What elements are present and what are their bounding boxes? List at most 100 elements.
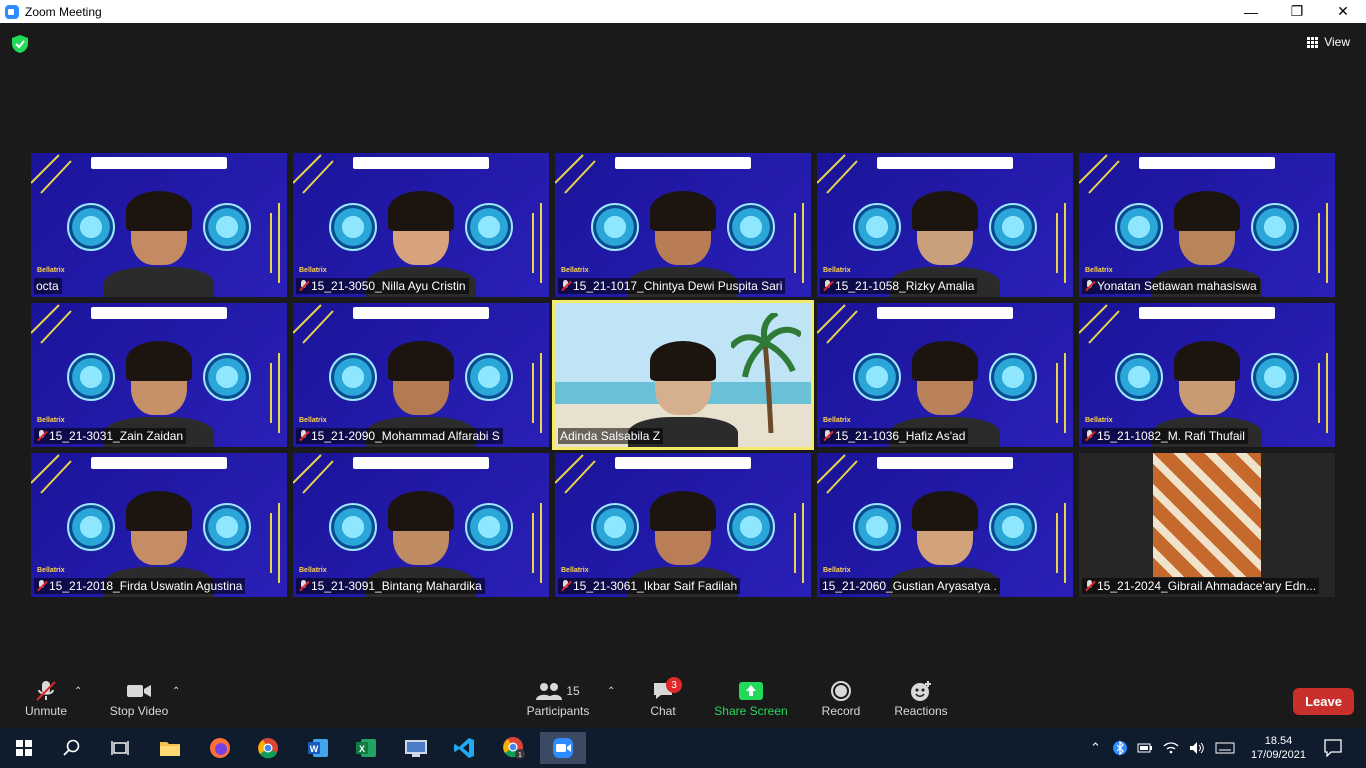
muted-mic-icon [298,580,309,592]
participant-silhouette [104,187,214,297]
participant-video-tile[interactable]: Bellatrix 15_21-3050_Nilla Ayu Cristin [293,153,549,297]
volume-icon[interactable] [1189,741,1205,755]
sponsor-logos-strip [353,457,489,469]
brand-text: Bellatrix [1085,267,1113,274]
participant-name: 15_21-3050_Nilla Ayu Cristin [311,279,466,293]
participant-name: 15_21-1036_Hafiz As'ad [835,429,966,443]
chrome-icon[interactable] [248,732,288,764]
wifi-icon[interactable] [1163,741,1179,755]
sponsor-logos-strip [91,457,227,469]
participants-label: Participants [526,704,590,718]
participant-video-tile[interactable]: Bellatrix 15_21-1058_Rizky Amalia [817,153,1073,297]
brand-text: Bellatrix [561,567,589,574]
control-panel-icon[interactable] [396,732,436,764]
participant-video-tile[interactable]: Bellatrix 15_21-3091_Bintang Mahardika [293,453,549,597]
share-screen-icon [739,678,763,704]
clock-date: 17/09/2021 [1250,749,1306,761]
muted-mic-icon [822,430,833,442]
participant-video-tile[interactable]: Bellatrix Yonatan Setiawan mahasiswa [1079,153,1335,297]
show-hidden-icons-icon[interactable]: ⌃ [1090,740,1101,756]
encryption-shield-icon[interactable] [12,35,28,53]
share-screen-button[interactable]: Share Screen [714,678,788,726]
grid-view-icon [1307,36,1319,48]
firefox-icon[interactable] [200,732,240,764]
muted-mic-icon [1084,580,1095,592]
excel-icon[interactable]: X [346,732,386,764]
sponsor-logos-strip [91,157,227,169]
participant-name-label: 15_21-2090_Mohammad Alfarabi S [296,428,503,444]
zoom-app-icon [5,4,19,19]
brand-text: Bellatrix [37,417,65,424]
participant-name-label: 15_21-1082_M. Rafi Thufail [1082,428,1248,444]
brand-text: Bellatrix [299,417,327,424]
keyboard-icon[interactable] [1215,742,1235,754]
participant-name-label: 15_21-1036_Hafiz As'ad [820,428,969,444]
participant-video-tile[interactable]: Bellatrix 15_21-2018_Firda Uswatin Agusti… [31,453,287,597]
vscode-icon[interactable] [444,732,484,764]
participants-icon [536,683,563,700]
chrome-profile-icon[interactable]: 1 [494,732,534,764]
close-button[interactable]: ✕ [1320,0,1366,23]
participant-video-tile[interactable]: Adinda Salsabila Z [552,300,814,450]
participant-video-tile[interactable]: Bellatrix 15_21-3061_Ikbar Saif Fadilah [555,453,811,597]
battery-icon[interactable] [1137,742,1153,754]
participant-name-label: 15_21-1017_Chintya Dewi Puspita Sari [558,278,786,294]
clock[interactable]: 18.54 17/09/2021 [1251,734,1306,762]
meeting-toolbar: Unmute ⌃ Stop Video ⌃ 15 Participants ⌃ … [0,674,1366,728]
palm-tree-icon [731,313,801,433]
sponsor-logos-strip [615,457,751,469]
participant-name-label: 15_21-3050_Nilla Ayu Cristin [296,278,469,294]
brand-text: Bellatrix [299,567,327,574]
muted-mic-icon [298,430,309,442]
participant-video-tile[interactable]: Bellatrix 15_21-2090_Mohammad Alfarabi S [293,303,549,447]
participant-name: 15_21-2090_Mohammad Alfarabi S [311,429,500,443]
bluetooth-icon[interactable] [1112,740,1127,756]
muted-mic-icon [1084,280,1095,292]
muted-mic-icon [560,280,571,292]
stop-video-label: Stop Video [109,704,169,718]
sponsor-logos-strip [877,457,1013,469]
file-explorer-icon[interactable] [150,732,190,764]
brand-text: Bellatrix [37,567,65,574]
muted-mic-icon [298,280,309,292]
participant-name: 15_21-2024_Gibrail Ahmadace'ary Edn... [1097,579,1317,593]
leave-button[interactable]: Leave [1293,688,1354,715]
brand-text: Bellatrix [1085,417,1113,424]
participant-name: 15_21-3031_Zain Zaidan [49,429,184,443]
participant-name: Adinda Salsabila Z [560,429,661,443]
notification-icon[interactable] [1324,739,1342,757]
participant-video-tile[interactable]: Bellatrix 15_21-1036_Hafiz As'ad [817,303,1073,447]
participants-button[interactable]: 15 Participants [526,678,590,726]
participants-options-caret-icon[interactable]: ⌃ [607,686,615,697]
brand-text: Bellatrix [823,567,851,574]
word-icon[interactable]: W [298,732,338,764]
muted-mic-icon [1084,430,1095,442]
maximize-button[interactable]: ❐ [1274,0,1320,23]
sponsor-logos-strip [1139,157,1275,169]
windows-start-icon[interactable] [4,732,44,764]
muted-mic-icon [36,580,47,592]
minimize-button[interactable]: — [1228,0,1274,23]
reactions-button[interactable]: Reactions [894,678,948,726]
participant-video-tile[interactable]: Bellatrix 15_21-1082_M. Rafi Thufail [1079,303,1335,447]
search-icon[interactable] [52,732,92,764]
participant-name-label: 15_21-3061_Ikbar Saif Fadilah [558,578,741,594]
participant-name-label: octa [34,278,62,294]
unmute-button[interactable]: Unmute [22,678,70,726]
record-button[interactable]: Record [820,678,862,726]
participant-video-tile[interactable]: 15_21-2024_Gibrail Ahmadace'ary Edn... [1079,453,1335,597]
participant-video-tile[interactable]: Bellatrix octa [31,153,287,297]
video-options-caret-icon[interactable]: ⌃ [172,686,180,697]
stop-video-button[interactable]: Stop Video [108,678,170,726]
audio-options-caret-icon[interactable]: ⌃ [74,686,82,697]
task-view-icon[interactable] [100,732,140,764]
reactions-smiley-icon [910,678,932,704]
title-bar: Zoom Meeting — ❐ ✕ [0,0,1366,23]
participant-video-tile[interactable]: Bellatrix 15_21-1017_Chintya Dewi Puspita… [555,153,811,297]
view-button[interactable]: View [1307,35,1350,49]
participant-name: 15_21-1017_Chintya Dewi Puspita Sari [573,279,783,293]
record-label: Record [821,704,861,718]
participant-video-tile[interactable]: Bellatrix 15_21-2060_Gustian Aryasatya . [817,453,1073,597]
zoom-taskbar-icon[interactable] [540,732,586,764]
participant-video-tile[interactable]: Bellatrix 15_21-3031_Zain Zaidan [31,303,287,447]
